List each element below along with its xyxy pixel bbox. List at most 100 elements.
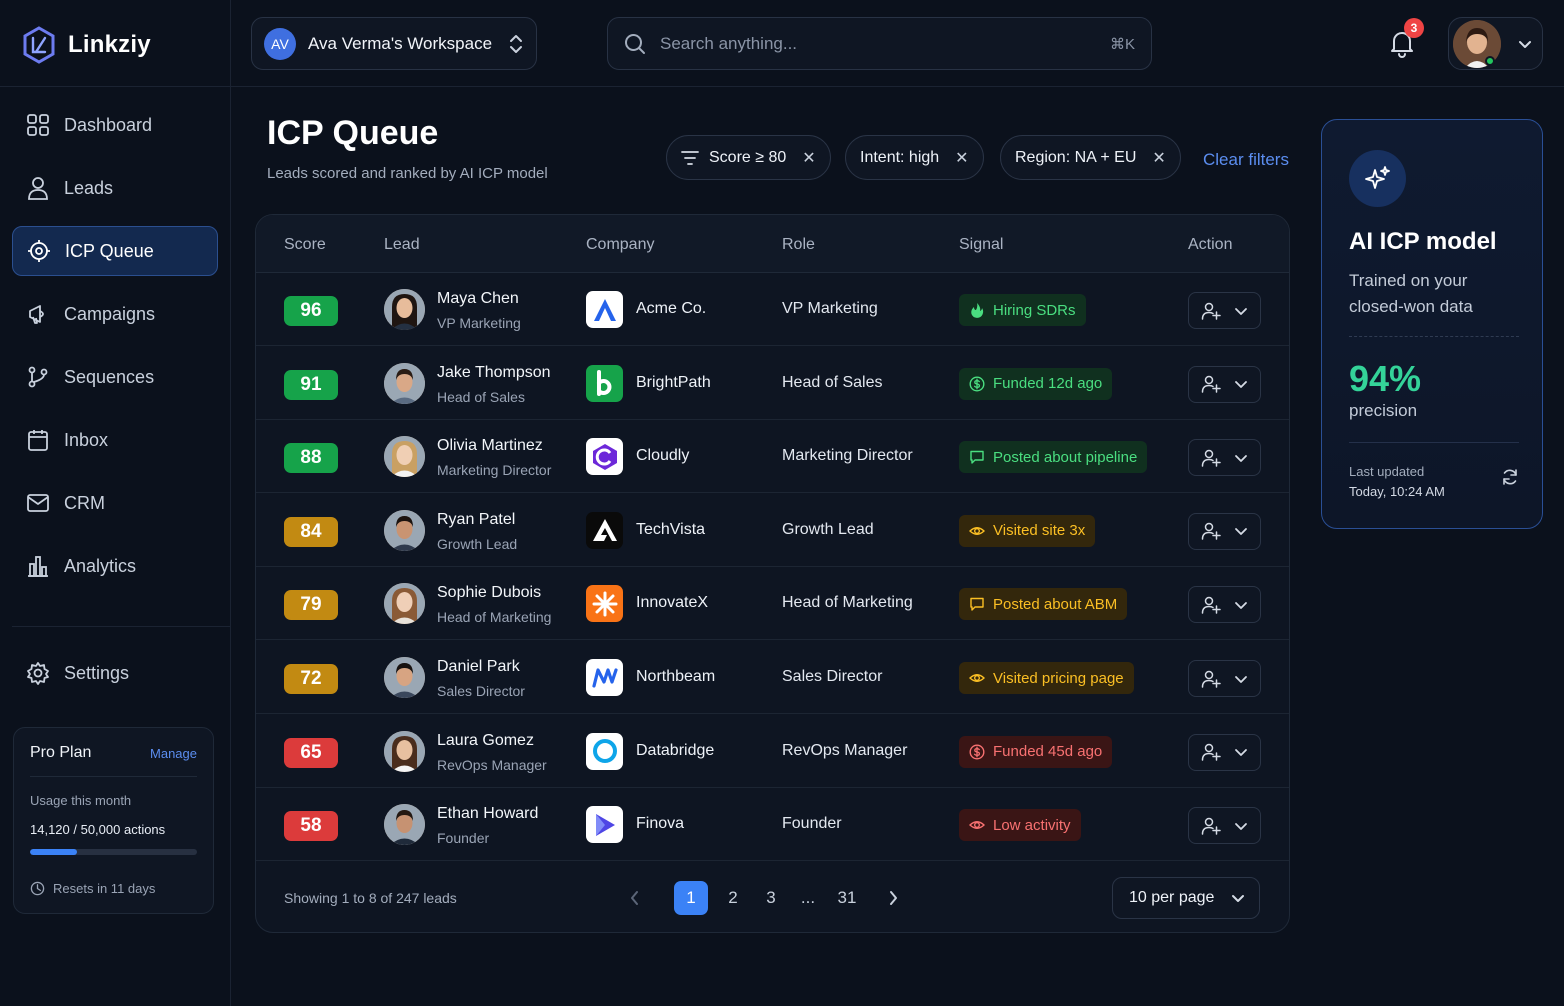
lead-name[interactable]: Ryan Patel [437, 511, 515, 529]
user-plus-icon [1201, 742, 1221, 762]
remove-filter-icon[interactable]: ✕ [955, 148, 968, 168]
signal-badge: Visited pricing page [959, 662, 1134, 694]
filter-chip-label: Score ≥ 80 [709, 148, 787, 166]
page-subtitle: Leads scored and ranked by AI ICP model [267, 165, 548, 182]
usage-value: 14,120 / 50,000 actions [30, 822, 166, 837]
filter-chip-score[interactable]: Score ≥ 80 ✕ [666, 135, 831, 180]
column-header-company[interactable]: Company [586, 236, 654, 254]
assign-action-button[interactable] [1188, 586, 1261, 624]
signal-text: Funded 45d ago [993, 743, 1103, 761]
grid-icon [26, 113, 50, 137]
plan-title: Pro Plan [30, 744, 92, 761]
sidebar-item-label: Leads [64, 177, 114, 198]
table-row[interactable]: 65 Laura Gomez RevOps Manager Databridge… [256, 715, 1289, 788]
refresh-button[interactable] [1500, 467, 1520, 487]
column-header-role[interactable]: Role [782, 236, 815, 254]
search-input[interactable] [660, 33, 1096, 54]
sidebar-item-sequences[interactable]: Sequences [12, 352, 218, 402]
company-logo [586, 511, 623, 549]
clear-filters-link[interactable]: Clear filters [1203, 150, 1289, 170]
company-name[interactable]: BrightPath [636, 374, 711, 392]
page-button-3[interactable]: 3 [754, 881, 788, 915]
sidebar-item-crm[interactable]: CRM [12, 478, 218, 528]
company-name[interactable]: Northbeam [636, 668, 715, 686]
company-name[interactable]: InnovateX [636, 594, 708, 612]
filter-chip-intent[interactable]: Intent: high ✕ [845, 135, 984, 180]
lead-title: Head of Marketing [437, 609, 552, 626]
column-header-lead[interactable]: Lead [384, 236, 420, 254]
assign-action-button[interactable] [1188, 292, 1261, 329]
sidebar-item-campaigns[interactable]: Campaigns [12, 289, 218, 339]
lead-name[interactable]: Jake Thompson [437, 364, 551, 382]
sparkles-icon [1349, 150, 1406, 207]
user-plus-icon [1201, 816, 1221, 836]
table-row[interactable]: 79 Sophie Dubois Head of Marketing Innov… [256, 567, 1289, 641]
lead-name[interactable]: Laura Gomez [437, 732, 534, 750]
lead-title: Sales Director [437, 683, 525, 699]
company-name[interactable]: TechVista [636, 521, 705, 539]
assign-action-button[interactable] [1188, 807, 1261, 845]
gear-icon [26, 661, 50, 685]
company-name[interactable]: Cloudly [636, 447, 689, 465]
remove-filter-icon[interactable]: ✕ [1152, 148, 1165, 168]
signal-text: Hiring SDRs [993, 301, 1076, 319]
column-header-score[interactable]: Score [284, 236, 326, 254]
chevron-down-icon [1517, 36, 1533, 52]
lead-avatar [384, 583, 425, 625]
column-header-signal[interactable]: Signal [959, 236, 1003, 254]
chevron-down-icon [1234, 304, 1248, 318]
assign-action-button[interactable] [1188, 660, 1261, 697]
page-button-2[interactable]: 2 [716, 881, 750, 915]
next-page-button[interactable] [876, 881, 910, 915]
sidebar-item-settings[interactable]: Settings [12, 648, 218, 698]
page-button-31[interactable]: 31 [830, 881, 864, 915]
manage-plan-link[interactable]: Manage [150, 746, 197, 761]
company-logo [586, 438, 623, 476]
signal-text: Low activity [993, 816, 1071, 834]
table-row[interactable]: 72 Daniel Park Sales Director Northbeam … [256, 641, 1289, 714]
table-row[interactable]: 96 Maya Chen VP Marketing Acme Co. VP Ma… [256, 273, 1289, 346]
page-button-1[interactable]: 1 [674, 881, 708, 915]
brand[interactable]: Linkziy [22, 26, 151, 64]
assign-action-button[interactable] [1188, 365, 1261, 403]
sidebar-item-analytics[interactable]: Analytics [12, 541, 218, 591]
company-name[interactable]: Finova [636, 815, 684, 833]
company-logo [586, 659, 623, 696]
sidebar-item-dashboard[interactable]: Dashboard [12, 100, 218, 150]
comment-icon [969, 596, 985, 612]
sidebar-item-label: Sequences [64, 366, 155, 387]
precision-label: precision [1349, 401, 1418, 420]
table-row[interactable]: 88 Olivia Martinez Marketing Director Cl… [256, 420, 1289, 494]
assign-action-button[interactable] [1188, 733, 1261, 771]
lead-name[interactable]: Olivia Martinez [437, 437, 543, 455]
score-badge: 58 [284, 811, 338, 842]
per-page-select[interactable]: 10 per page [1112, 877, 1260, 919]
dollar-icon [969, 744, 985, 760]
table-row[interactable]: 84 Ryan Patel Growth Lead TechVista Grow… [256, 494, 1289, 567]
sidebar-item-leads[interactable]: Leads [12, 163, 218, 213]
chevron-down-icon [1234, 451, 1248, 465]
assign-action-button[interactable] [1188, 512, 1261, 550]
company-name[interactable]: Acme Co. [636, 300, 706, 318]
table-row[interactable]: 91 Jake Thompson Head of Sales BrightPat… [256, 347, 1289, 420]
chevron-down-icon [1234, 598, 1248, 612]
profile-menu[interactable] [1448, 17, 1543, 70]
lead-name[interactable]: Ethan Howard [437, 805, 538, 823]
company-name[interactable]: Databridge [636, 742, 714, 760]
lead-name[interactable]: Daniel Park [437, 658, 520, 676]
sidebar-item-inbox[interactable]: Inbox [12, 415, 218, 465]
assign-action-button[interactable] [1188, 439, 1261, 477]
signal-text: Posted about pipeline [993, 448, 1138, 466]
workspace-switcher[interactable]: AV Ava Verma's Workspace [251, 17, 537, 70]
sidebar-item-icp-queue[interactable]: ICP Queue [12, 226, 218, 276]
remove-filter-icon[interactable]: ✕ [802, 148, 815, 168]
table-row[interactable]: 58 Ethan Howard Founder Finova Founder L… [256, 788, 1289, 862]
signal-text: Posted about ABM [993, 595, 1118, 613]
filter-chip-region[interactable]: Region: NA + EU ✕ [1000, 135, 1181, 180]
previous-page-button[interactable] [618, 881, 652, 915]
lead-name[interactable]: Sophie Dubois [437, 584, 541, 602]
chevron-up-down-icon [508, 34, 524, 54]
lead-name[interactable]: Maya Chen [437, 290, 519, 308]
lead-avatar [384, 289, 425, 330]
usage-reset: Resets in 11 days [30, 881, 197, 896]
